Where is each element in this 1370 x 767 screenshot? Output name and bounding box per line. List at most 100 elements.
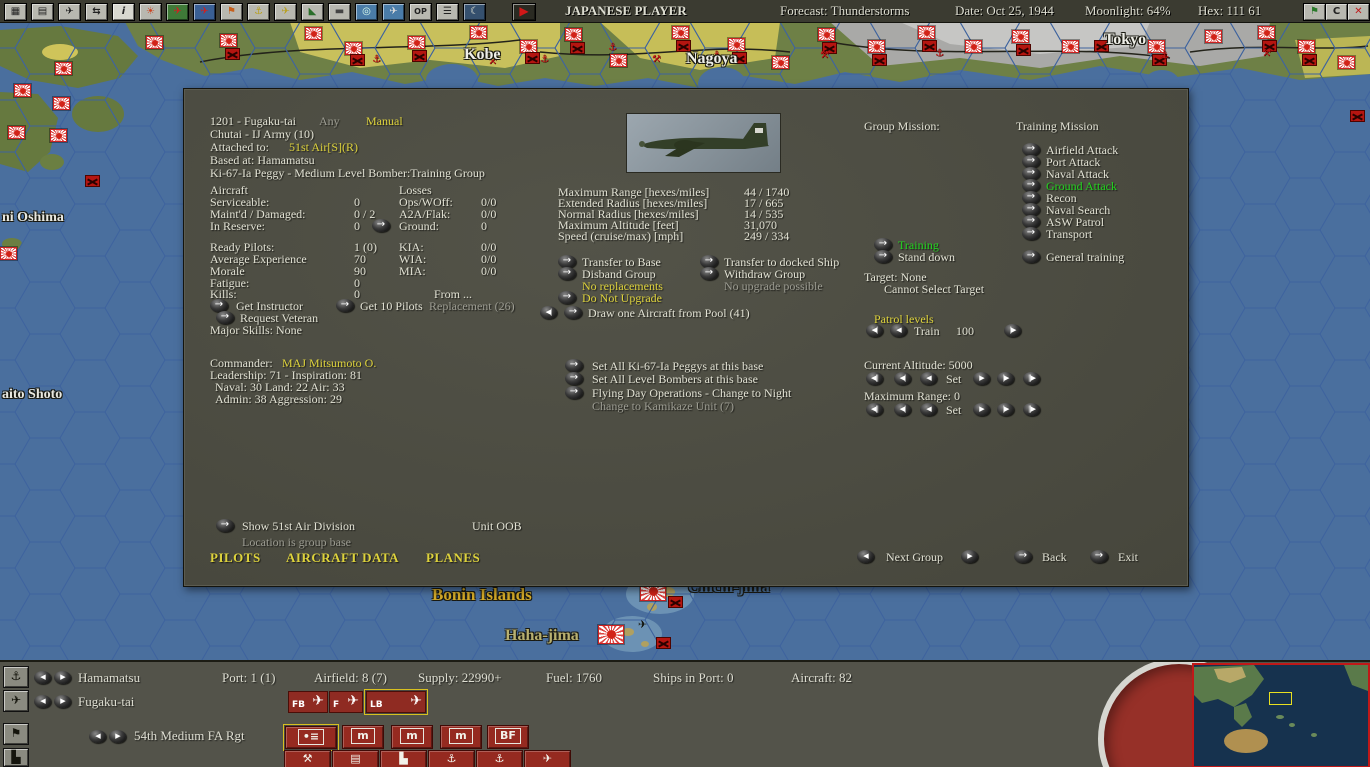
dock-icon[interactable]: ▬ [328, 3, 351, 21]
air-group-sea-icon[interactable]: ✈ [193, 3, 216, 21]
range-left-button[interactable]: ◀ [920, 403, 937, 416]
disband-arrow[interactable]: → [558, 267, 576, 280]
objectives-flag-icon[interactable]: ⚑ [220, 3, 243, 21]
base-marker[interactable] [1205, 30, 1222, 43]
draw-aircraft-button[interactable]: Draw one Aircraft from Pool (41) [588, 307, 750, 320]
next-unit-button[interactable]: ▶ [109, 730, 126, 743]
base-marker[interactable] [0, 247, 17, 260]
replacement-mode-button[interactable]: Manual [366, 115, 403, 128]
patrol-left-button[interactable]: ◀ [890, 324, 907, 337]
exit-button[interactable]: Exit [1118, 551, 1138, 564]
patrol-step-left-button[interactable]: ◀| [866, 324, 883, 337]
close-icon[interactable]: ✕ [1347, 3, 1370, 21]
base-marker-haha-jima[interactable] [598, 625, 624, 644]
unit-marker[interactable] [570, 42, 585, 54]
mission-stand-down[interactable]: Stand down [898, 251, 955, 264]
set-all-bombers-arrow[interactable]: → [565, 372, 583, 385]
do-not-upgrade-toggle[interactable]: Do Not Upgrade [582, 292, 662, 305]
unit-marker[interactable] [225, 48, 240, 60]
world-map-icon[interactable]: ◎ [355, 3, 378, 21]
unit-marker[interactable] [1016, 44, 1031, 56]
next-group-button[interactable]: ▶ [961, 550, 978, 563]
unit-marker[interactable] [525, 52, 540, 64]
base-marker[interactable] [672, 26, 689, 39]
weather-moon-icon[interactable]: ☾ [463, 3, 486, 21]
range-set-button[interactable]: Set [946, 404, 961, 417]
minimap-view-rect[interactable] [1269, 692, 1292, 705]
planes-tab[interactable]: PLANES [426, 550, 480, 566]
base-marker[interactable] [610, 54, 627, 67]
withdraw-arrow[interactable]: → [700, 267, 718, 280]
task-force-icon[interactable]: ⚓ [247, 3, 270, 21]
altitude-left-button[interactable]: ◀ [920, 372, 937, 385]
base-marker[interactable] [305, 27, 322, 40]
end-turn-icon[interactable]: ▶ [512, 3, 536, 21]
operations-icon[interactable]: OP [409, 3, 432, 21]
base-marker[interactable] [14, 84, 31, 97]
unit-marker[interactable] [85, 175, 100, 187]
base-marker[interactable] [1298, 40, 1315, 53]
show-division-button[interactable]: Show 51st Air Division [242, 520, 355, 533]
aircraft-icon[interactable]: ✈ [274, 3, 297, 21]
reports-icon[interactable]: ▤ [31, 3, 54, 21]
next-group-small-button[interactable]: ▶ [54, 695, 71, 708]
prev-unit-button[interactable]: ◀ [89, 730, 106, 743]
show-division-arrow[interactable]: → [216, 519, 234, 532]
air-group-land-icon[interactable]: ✈ [166, 3, 189, 21]
minimap[interactable] [1192, 663, 1370, 767]
base-marker[interactable] [965, 40, 982, 53]
base-marker[interactable] [868, 40, 885, 53]
aircraft-data-tab[interactable]: AIRCRAFT DATA [286, 550, 399, 566]
facility-repair-button[interactable]: ⚒ [284, 750, 331, 767]
base-marker[interactable] [565, 28, 582, 41]
combat-report-icon[interactable]: ☀ [139, 3, 162, 21]
base-marker[interactable] [220, 34, 237, 47]
unit-oob-button[interactable]: Unit OOB [472, 520, 522, 533]
filter-fighter-button[interactable]: F ✈ [329, 691, 363, 713]
info-icon[interactable]: i [112, 3, 135, 21]
air-ops-icon[interactable]: ✈ [58, 3, 81, 21]
aircraft-icon[interactable]: ✈ [3, 690, 29, 712]
base-marker[interactable] [1258, 26, 1275, 39]
industry-icon[interactable]: ☰ [436, 3, 459, 21]
draw-aircraft-left-button[interactable]: ◀| [540, 306, 557, 319]
pilots-tab[interactable]: PILOTS [210, 550, 261, 566]
altitude-right-button[interactable]: ▶ [973, 372, 990, 385]
base-marker[interactable] [53, 97, 70, 110]
reserve-toggle-button[interactable]: → [372, 219, 390, 232]
facility-industry-button[interactable]: ▙ [380, 750, 427, 767]
facility-naval-button[interactable]: ⚓ [428, 750, 475, 767]
base-marker[interactable] [1012, 30, 1029, 43]
set-all-type-arrow[interactable]: → [565, 359, 583, 372]
flying-ops-arrow[interactable]: → [565, 386, 583, 399]
range-right-button[interactable]: ▶ [973, 403, 990, 416]
facility-support-button[interactable]: ▤ [332, 750, 379, 767]
range-jump-right-button[interactable]: ||▶ [1023, 403, 1040, 416]
unit-marker[interactable] [412, 50, 427, 62]
facility-port-button[interactable]: ⚓ [476, 750, 523, 767]
range-step-right-button[interactable]: |▶ [997, 403, 1014, 416]
base-marker[interactable] [818, 28, 835, 41]
next-base-button[interactable]: ▶ [54, 671, 71, 684]
base-marker[interactable] [772, 56, 789, 69]
prev-group-small-button[interactable]: ◀ [34, 695, 51, 708]
unit-marker[interactable] [1350, 110, 1365, 122]
anchor-icon[interactable]: ⚓ [3, 666, 29, 688]
facility-air-button[interactable]: ✈ [524, 750, 571, 767]
save-icon[interactable]: ▦ [4, 3, 27, 21]
unit-type-artillery-button[interactable]: •≡ [285, 726, 337, 749]
base-marker[interactable] [146, 36, 163, 49]
altitude-jump-left-button[interactable]: ◀|| [866, 372, 883, 385]
unit-marker[interactable] [350, 54, 365, 66]
group-name-link[interactable]: Fugaku-tai [78, 694, 134, 709]
unit-type-bf-button[interactable]: BF [487, 725, 529, 749]
back-button[interactable]: Back [1042, 551, 1067, 564]
base-marker[interactable] [1062, 40, 1079, 53]
range-jump-left-button[interactable]: ◀|| [866, 403, 883, 416]
flag-toggle-icon[interactable]: ⚑ [1303, 3, 1326, 21]
do-not-upgrade-arrow[interactable]: → [558, 291, 576, 304]
unit-marker[interactable] [1302, 54, 1317, 66]
unit-type-button[interactable]: m [391, 725, 433, 749]
altitude-step-right-button[interactable]: |▶ [997, 372, 1014, 385]
unit-marker[interactable] [656, 637, 671, 649]
